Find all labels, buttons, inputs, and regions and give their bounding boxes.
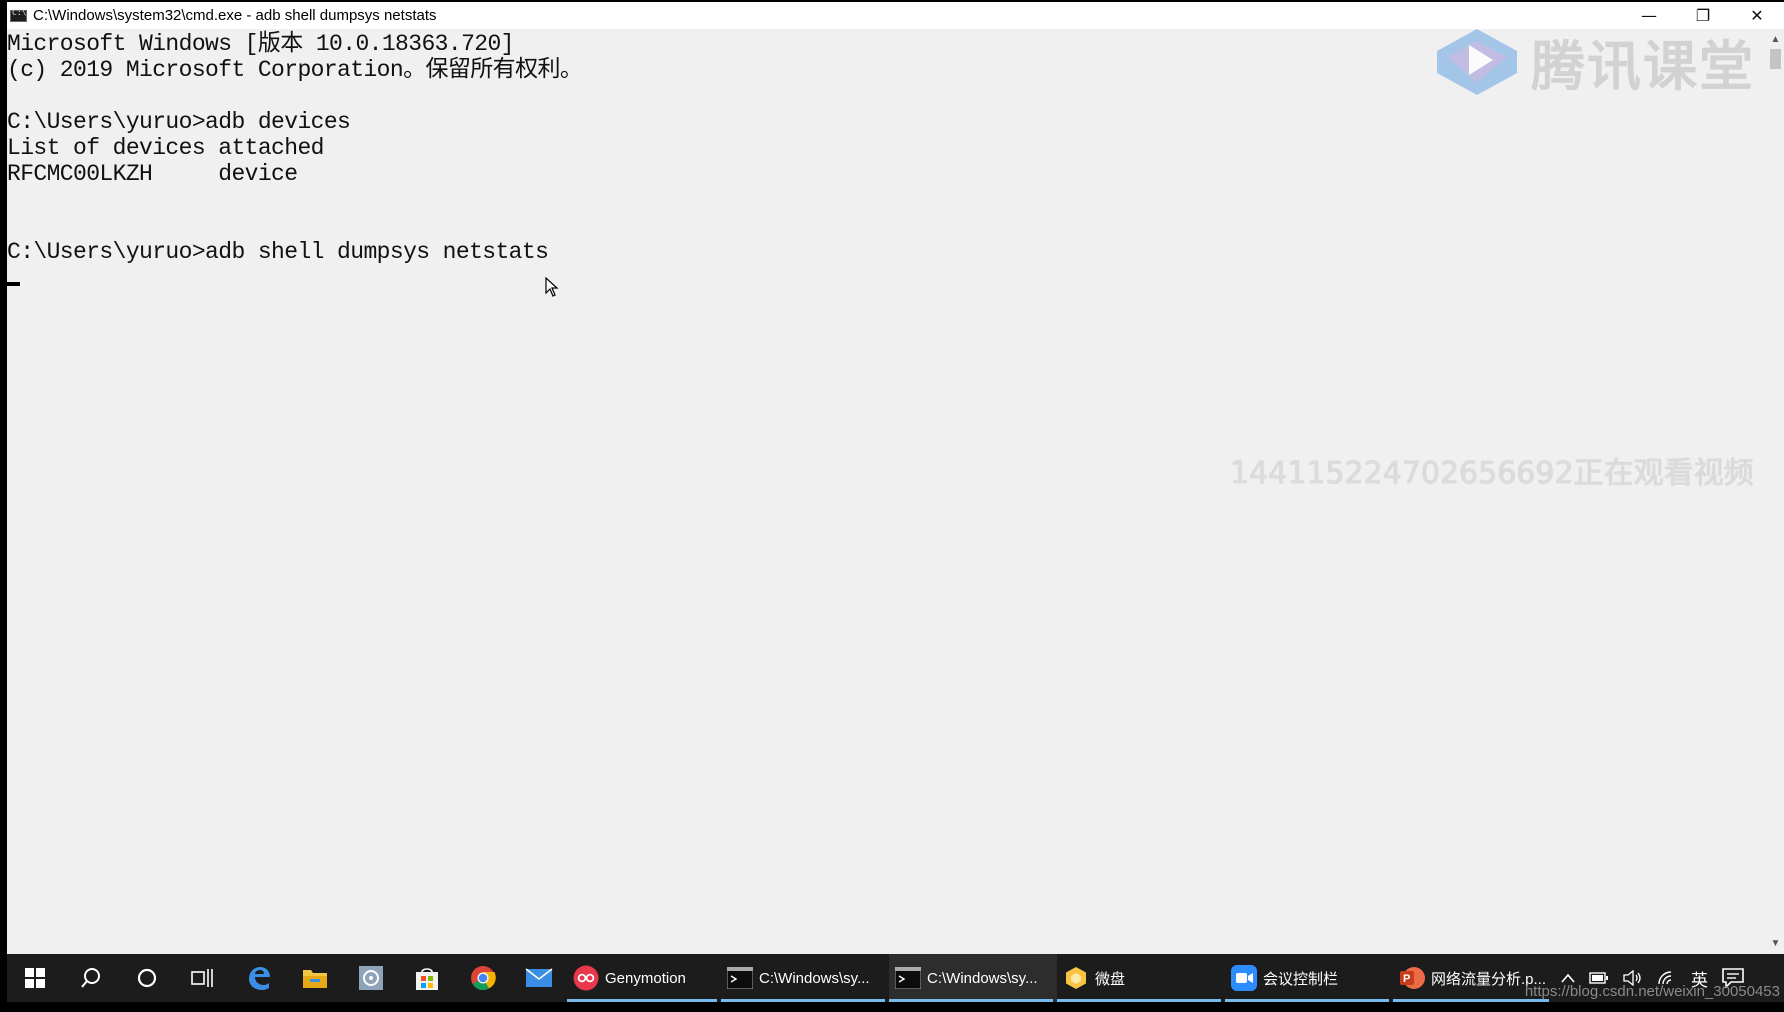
taskbar-app-label: 微盘 xyxy=(1095,970,1126,988)
start-button[interactable] xyxy=(7,954,63,1002)
play-logo-icon xyxy=(1437,28,1517,95)
scroll-up-icon[interactable]: ▲ xyxy=(1767,31,1784,48)
camera-app-icon xyxy=(359,966,383,990)
powerpoint-icon: P xyxy=(1399,965,1425,991)
cmd-window: C:\Windows\system32\cmd.exe - adb shell … xyxy=(0,0,1784,1012)
windows-icon xyxy=(25,968,45,988)
edge-button[interactable] xyxy=(231,954,287,1002)
console-line: RFCMC00LKZH device xyxy=(7,161,298,187)
svg-text:P: P xyxy=(1403,973,1410,985)
chrome-button[interactable] xyxy=(455,954,511,1002)
taskbar-app-cmd-2[interactable]: C:\Windows\sy... xyxy=(889,954,1057,1002)
console-lines: Microsoft Windows [版本 10.0.18363.720] (c… xyxy=(7,31,583,265)
taskbar-app-label: Genymotion xyxy=(605,969,686,987)
task-view-button[interactable] xyxy=(175,954,231,1002)
viewer-watermark: 144115224702656692正在观看视频 xyxy=(1230,456,1754,491)
taskbar-app-meeting-control[interactable]: 会议控制栏 xyxy=(1225,954,1393,1002)
scroll-down-icon[interactable]: ▼ xyxy=(1767,935,1784,952)
search-icon xyxy=(81,968,100,988)
tencent-classroom-watermark: 腾讯课堂 xyxy=(1435,22,1755,101)
store-icon xyxy=(416,968,438,990)
file-explorer-button[interactable] xyxy=(287,954,343,1002)
taskbar-app-label: C:\Windows\sy... xyxy=(927,969,1038,987)
task-view-icon xyxy=(191,969,213,987)
console-line: Microsoft Windows [版本 10.0.18363.720] xyxy=(7,31,514,57)
taskbar-app-genymotion[interactable]: Genymotion xyxy=(567,954,721,1002)
csdn-url-watermark: https://blog.csdn.net/weixin_30050453 xyxy=(1524,983,1780,1000)
search-button[interactable] xyxy=(63,954,119,1002)
watermark-logo-text: 腾讯课堂 xyxy=(1531,35,1755,98)
cmd-app-icon xyxy=(10,8,27,22)
folder-icon xyxy=(303,970,327,988)
taskbar-app-cmd-1[interactable]: C:\Windows\sy... xyxy=(721,954,889,1002)
edge-icon xyxy=(249,967,270,990)
mail-button[interactable] xyxy=(511,954,567,1002)
weipan-icon xyxy=(1063,965,1089,991)
mouse-pointer-icon xyxy=(545,277,559,297)
photo-app-button[interactable] xyxy=(343,954,399,1002)
bottom-border xyxy=(0,1002,1784,1012)
cortana-icon xyxy=(137,968,157,988)
taskbar-app-weipan[interactable]: 微盘 xyxy=(1057,954,1225,1002)
text-cursor xyxy=(7,282,20,286)
store-button[interactable] xyxy=(399,954,455,1002)
taskbar-app-label: 会议控制栏 xyxy=(1263,970,1339,988)
console-line: List of devices attached xyxy=(7,135,324,161)
chrome-icon xyxy=(471,966,496,991)
taskbar: Genymotion C:\Windows\sy... C:\Windows\s… xyxy=(7,954,1784,1002)
genymotion-icon xyxy=(573,965,599,991)
console-line: (c) 2019 Microsoft Corporation。保留所有权利。 xyxy=(7,57,583,83)
console-line: C:\Users\yuruo>adb devices xyxy=(7,109,351,135)
mail-icon xyxy=(525,968,553,987)
vertical-scrollbar[interactable]: ▲ ▼ xyxy=(1767,29,1784,954)
meeting-icon xyxy=(1231,965,1257,991)
taskbar-app-label: C:\Windows\sy... xyxy=(759,969,870,987)
console-line: C:\Users\yuruo>adb shell dumpsys netstat… xyxy=(7,239,549,265)
show-hidden-icons-chevron-icon[interactable] xyxy=(1561,973,1575,983)
cmd-icon xyxy=(727,965,753,991)
scroll-thumb[interactable] xyxy=(1770,49,1781,69)
window-title: C:\Windows\system32\cmd.exe - adb shell … xyxy=(33,7,437,24)
cortana-button[interactable] xyxy=(119,954,175,1002)
cmd-icon xyxy=(895,965,921,991)
